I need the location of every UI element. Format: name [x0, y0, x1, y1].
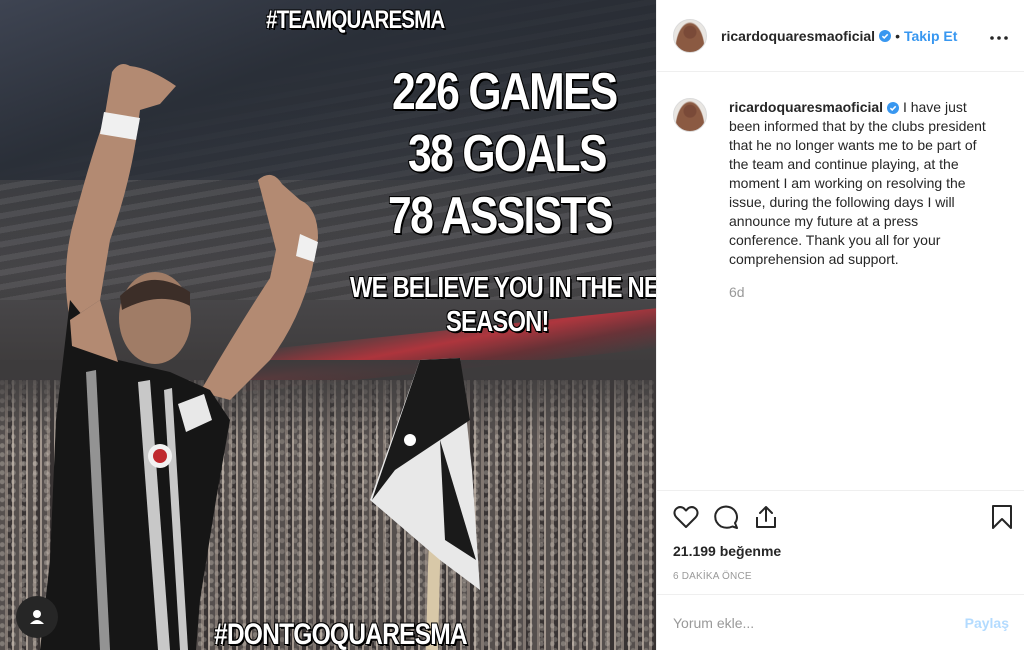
stat-assists: 78 ASSISTS	[388, 187, 613, 245]
caption-body: ricardoquaresmaoficial I have just been …	[729, 98, 995, 490]
hashtag-bottom: #DONTGOQUARESMA	[214, 618, 468, 650]
verified-badge-icon	[879, 29, 892, 42]
post-caption: ricardoquaresmaoficial I have just been …	[657, 72, 1024, 490]
posted-time[interactable]: 6 DAKİKA ÖNCE	[657, 565, 1024, 589]
avatar[interactable]	[673, 18, 707, 53]
comment-input[interactable]	[673, 614, 965, 631]
post-header: ricardoquaresmaoficial • Takip Et	[657, 0, 1024, 72]
user-tag-icon	[30, 610, 44, 624]
share-button[interactable]	[753, 497, 793, 537]
hashtag-top: #TEAMQUARESMA	[266, 6, 445, 34]
user-tags-button[interactable]	[16, 596, 58, 638]
more-options-button[interactable]	[990, 27, 1008, 45]
comment-form: Paylaş	[657, 594, 1024, 650]
action-bar	[657, 491, 1024, 543]
post-actions: 21.199 beğenme 6 DAKİKA ÖNCE	[657, 490, 1024, 589]
share-icon	[756, 506, 776, 528]
caption-time[interactable]: 6d	[729, 283, 995, 302]
stat-games: 226 GAMES	[392, 63, 618, 121]
likes-count[interactable]: 21.199 beğenme	[657, 543, 1024, 565]
follow-button[interactable]: Takip Et	[904, 28, 957, 44]
more-horizontal-icon	[990, 35, 1008, 40]
post-comment-button[interactable]: Paylaş	[965, 615, 1009, 631]
caption-avatar[interactable]	[673, 98, 707, 132]
separator-dot: •	[895, 27, 900, 44]
believe-line-1: WE BELIEVE YOU IN THE NEW	[350, 272, 656, 304]
verified-badge-icon	[887, 102, 900, 115]
header-username[interactable]: ricardoquaresmaoficial	[721, 28, 875, 44]
believe-line-2: SEASON!	[446, 306, 549, 338]
caption-text: I have just been informed that by the cl…	[729, 99, 986, 267]
comment-button[interactable]	[713, 497, 753, 537]
like-button[interactable]	[673, 497, 713, 537]
comment-icon	[714, 505, 738, 529]
bookmark-icon	[992, 505, 1012, 529]
post-sidebar: ricardoquaresmaoficial • Takip Et ricard…	[656, 0, 1024, 650]
post-image[interactable]: #TEAMQUARESMA 226 GAMES 38 GOALS 78 ASSI…	[0, 0, 656, 650]
heart-icon	[673, 506, 699, 528]
save-button[interactable]	[973, 497, 1013, 537]
caption-username[interactable]: ricardoquaresmaoficial	[729, 99, 883, 115]
stat-goals: 38 GOALS	[408, 125, 607, 183]
instagram-post: #TEAMQUARESMA 226 GAMES 38 GOALS 78 ASSI…	[0, 0, 1024, 650]
